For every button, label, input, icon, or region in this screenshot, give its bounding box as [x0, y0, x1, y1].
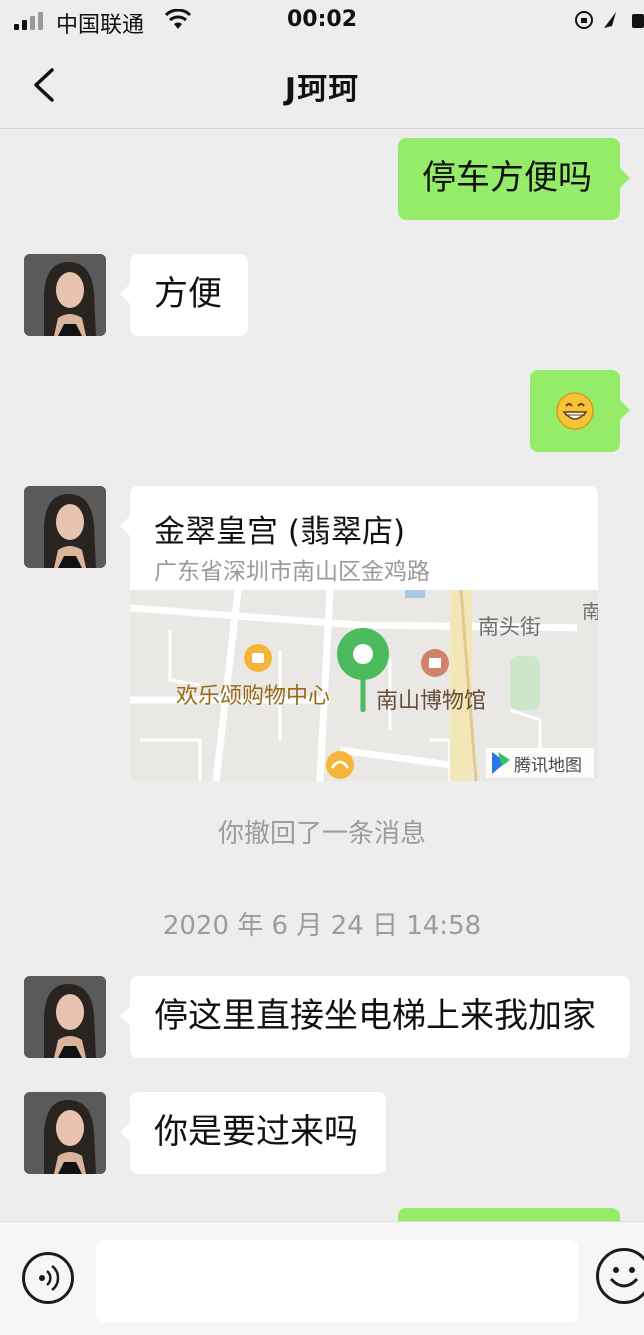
status-bar: 中国联通 00:02: [0, 0, 644, 42]
message-text: 方便: [154, 274, 222, 314]
bubble-tail: [120, 516, 130, 536]
avatar[interactable]: [24, 486, 106, 568]
avatar[interactable]: [24, 976, 106, 1058]
voice-icon[interactable]: [22, 1252, 74, 1304]
message-list[interactable]: 停车方便吗 方便 金翠皇宫 (翡翠店) 广东省深圳市南山区金鸡路 欢乐颂购物中心…: [0, 129, 644, 1221]
map-preview[interactable]: 欢乐颂购物中心 南山博物馆 南头街 南 腾讯地图: [130, 590, 598, 781]
clock: 00:02: [286, 7, 358, 32]
message-bubble-outgoing[interactable]: 停车方便吗: [398, 138, 630, 220]
message-text: 停车方便吗: [422, 158, 592, 198]
timestamp: 2020 年 6 月 24 日 14:58: [162, 911, 482, 941]
message-bubble-outgoing[interactable]: [530, 370, 630, 452]
input-bar: [0, 1221, 644, 1335]
message-bubble-incoming[interactable]: 方便: [120, 254, 248, 336]
chat-title: J珂珂: [284, 72, 360, 107]
chat-header: J珂珂: [0, 42, 644, 129]
map-brand: 腾讯地图: [514, 756, 582, 776]
avatar-photo: [24, 976, 106, 1058]
avatar[interactable]: [24, 254, 106, 336]
map-label-mall: 欢乐颂购物中心: [176, 684, 330, 709]
message-text: 你是要过来吗: [154, 1112, 358, 1152]
map-label-street: 南头街: [478, 615, 541, 639]
map-label-road: 南: [582, 601, 598, 623]
lock-rotation-icon: [575, 11, 644, 29]
avatar-photo: [24, 254, 106, 336]
message-bubble-outgoing[interactable]: [398, 1208, 620, 1221]
location-card[interactable]: 金翠皇宫 (翡翠店) 广东省深圳市南山区金鸡路 欢乐颂购物中心 南山博物馆 南头…: [130, 486, 598, 781]
message-bubble-incoming[interactable]: 你是要过来吗: [120, 1092, 386, 1174]
avatar-photo: [24, 486, 106, 568]
location-address: 广东省深圳市南山区金鸡路: [154, 559, 430, 585]
system-notice: 你撤回了一条消息: [217, 819, 426, 849]
message-text: 停这里直接坐电梯上来我加家: [154, 996, 596, 1036]
avatar[interactable]: [24, 1092, 106, 1174]
message-input[interactable]: [96, 1240, 578, 1322]
avatar-photo: [24, 1092, 106, 1174]
location-title: 金翠皇宫 (翡翠店): [154, 514, 406, 550]
grinning-emoji-icon: [556, 392, 594, 430]
emoji-icon[interactable]: [596, 1248, 644, 1304]
map-label-museum: 南山博物馆: [376, 689, 486, 714]
message-bubble-incoming[interactable]: 停这里直接坐电梯上来我加家: [120, 976, 630, 1058]
